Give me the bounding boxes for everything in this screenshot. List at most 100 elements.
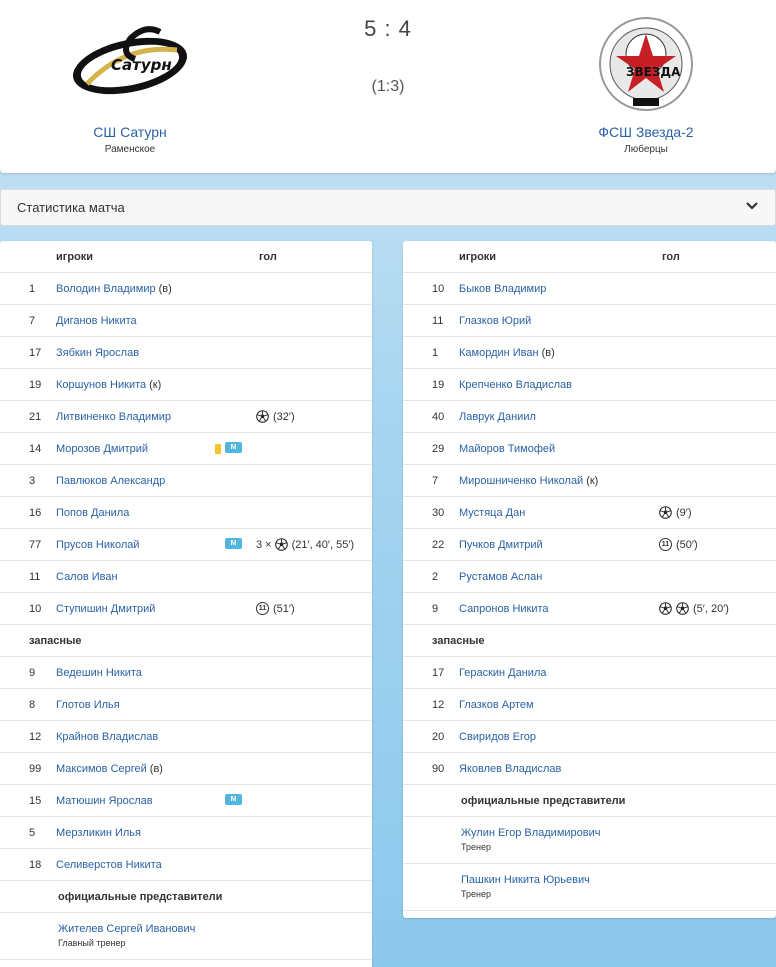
player-row: 10 Быков Владимир [403,273,776,305]
goal-minutes: (5′, 20′) [693,602,729,615]
player-link[interactable]: Ступишин Дмитрий [56,603,155,615]
away-team: ЗВЕЗДА ФСШ Звезда-2 Люберцы [556,14,736,155]
zvezda-logo-text: ЗВЕЗДА [626,65,681,79]
player-link[interactable]: Пучков Дмитрий [459,539,543,551]
player-number: 99 [29,762,42,775]
home-subs-header: запасные [0,625,372,657]
goal-cell: (32′) [256,410,295,423]
player-number: 14 [29,442,42,455]
home-lineup-panel: игроки гол 1 Володин Владимир (в) 7 Диганов … [0,241,372,967]
player-name-cell: Диганов Никита [56,315,256,327]
official-link[interactable]: Пашкин Никита Юрьевич [461,874,776,886]
player-link[interactable]: Мирошниченко Николай [459,475,583,487]
player-role-tag: (в) [541,346,555,359]
player-link[interactable]: Гераскин Данила [459,667,546,679]
soccer-ball-icon [659,506,672,519]
player-link[interactable]: Свиридов Егор [459,731,536,743]
player-link[interactable]: Максимов Сергей [56,763,147,775]
player-badge: М [225,442,242,453]
player-name-cell: Ведешин Никита [56,667,256,679]
player-number: 2 [432,570,439,583]
player-link[interactable]: Сапронов Никита [459,603,549,615]
goal-cell: (9′) [659,506,692,519]
official-row: Пашкин Никита Юрьевич Тренер [403,864,776,911]
player-number: 10 [29,602,42,615]
player-row: 3 Павлюков Александр [0,465,372,497]
player-name-cell: Крепченко Владислав [459,379,659,391]
player-row: 29 Майоров Тимофей [403,433,776,465]
player-row: 5 Мерзликин Илья [0,817,372,849]
player-row: 17 Гераскин Данила [403,657,776,689]
official-link[interactable]: Жулин Егор Владимирович [461,827,776,839]
player-number: 77 [29,538,42,551]
player-number: 17 [432,666,445,679]
player-link[interactable]: Морозов Дмитрий [56,443,148,455]
goal-cell: 3 × (21′, 40′, 55′) [256,538,354,551]
away-players-list: 10 Быков Владимир 11 Глазков Юрий 1 Камордин … [403,273,776,625]
player-number: 21 [29,410,42,423]
player-link[interactable]: Попов Данила [56,507,129,519]
player-link[interactable]: Володин Владимир [56,283,156,295]
away-subs-list: 17 Гераскин Данила 12 Глазков Артем 20 Свирид… [403,657,776,785]
player-link[interactable]: Яковлев Владислав [459,763,561,775]
player-name-cell: Майоров Тимофей [459,443,659,455]
player-link[interactable]: Мерзликин Илья [56,827,141,839]
player-link[interactable]: Рустамов Аслан [459,571,542,583]
match-stats-toggle[interactable]: Статистика матча [0,189,776,226]
player-link[interactable]: Селиверстов Никита [56,859,162,871]
player-link[interactable]: Крайнов Владислав [56,731,158,743]
player-link[interactable]: Диганов Никита [56,315,137,327]
player-name-cell: Пучков Дмитрий [459,539,659,551]
player-link[interactable]: Салов Иван [56,571,118,583]
player-name-cell: Литвиненко Владимир [56,411,256,423]
player-number: 30 [432,506,445,519]
goal-minutes: (9′) [676,506,692,519]
player-link[interactable]: Глазков Юрий [459,315,531,327]
player-link[interactable]: Майоров Тимофей [459,443,555,455]
player-row: 1 Володин Владимир (в) [0,273,372,305]
player-link[interactable]: Ведешин Никита [56,667,142,679]
away-officials-header: официальные представители [403,785,776,817]
away-officials-list: Жулин Егор Владимирович Тренер Пашкин Ники… [403,817,776,911]
player-row: 18 Селиверстов Никита [0,849,372,881]
player-link[interactable]: Камордин Иван [459,347,539,359]
player-link[interactable]: Коршунов Никита [56,379,146,391]
player-row: 21 Литвиненко Владимир (32′) [0,401,372,433]
player-link[interactable]: Прусов Николай [56,539,140,551]
yellow-card-icon [215,444,221,454]
player-link[interactable]: Лаврук Даниил [459,411,536,423]
player-name-cell: Попов Данила [56,507,256,519]
player-row: 77 Прусов Николай М 3 × (21′, 40′, 55′) [0,529,372,561]
player-row: 15 Матюшин Ярослав М [0,785,372,817]
player-name-cell: Мустяца Дан [459,507,659,519]
player-link[interactable]: Литвиненко Владимир [56,411,171,423]
home-team-name[interactable]: СШ Сатурн [40,124,220,140]
player-link[interactable]: Быков Владимир [459,283,546,295]
player-link[interactable]: Мустяца Дан [459,507,525,519]
official-link[interactable]: Жителев Сергей Иванович [58,923,372,935]
player-number: 1 [29,282,36,295]
goal-minutes: (51′) [273,602,295,615]
player-name-cell: Ступишин Дмитрий [56,603,256,615]
player-link[interactable]: Глотов Илья [56,699,120,711]
player-number: 22 [432,538,445,551]
home-officials-list: Жителев Сергей Иванович Главный тренер [0,913,372,960]
player-link[interactable]: Павлюков Александр [56,475,165,487]
soccer-ball-icon [659,602,672,615]
player-name-cell: Рустамов Аслан [459,571,659,583]
goal-minutes: (50′) [676,538,698,551]
player-link[interactable]: Зябкин Ярослав [56,347,139,359]
player-name-cell: Мерзликин Илья [56,827,256,839]
away-team-name[interactable]: ФСШ Звезда-2 [556,124,736,140]
player-link[interactable]: Глазков Артем [459,699,534,711]
player-number: 18 [29,858,42,871]
chevron-down-icon[interactable] [745,199,759,213]
player-link[interactable]: Крепченко Владислав [459,379,572,391]
player-row: 19 Крепченко Владислав [403,369,776,401]
player-number: 7 [29,314,36,327]
goal-count: 3 × [256,538,272,551]
penalty-icon: 11 [256,602,269,615]
player-badge: М [225,538,242,549]
player-link[interactable]: Матюшин Ярослав [56,795,153,807]
player-row: 12 Крайнов Владислав [0,721,372,753]
